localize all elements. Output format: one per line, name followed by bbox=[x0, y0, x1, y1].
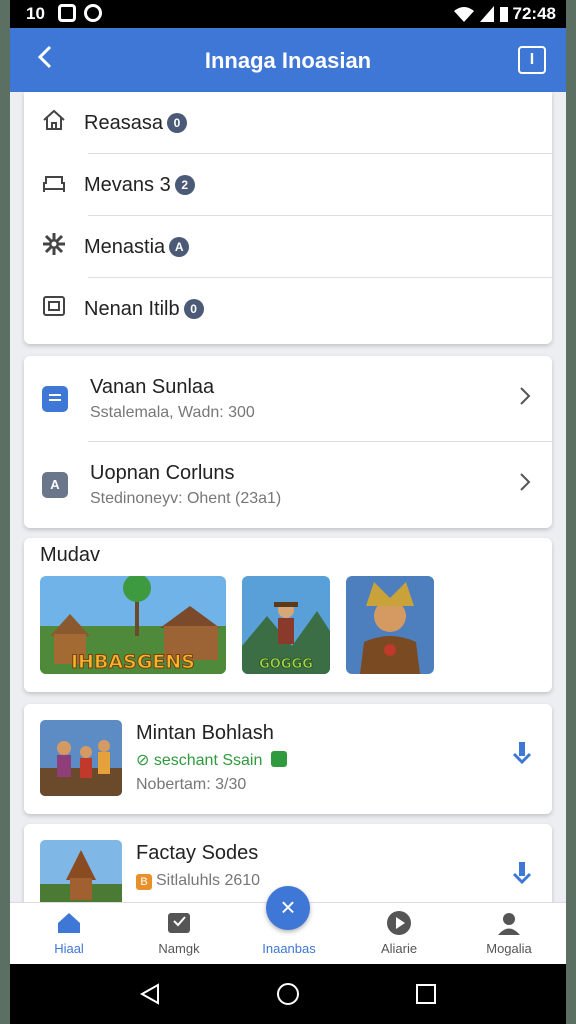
square-recents-icon bbox=[416, 984, 436, 1004]
featured-thumb-0[interactable]: IHBASGENS bbox=[40, 576, 226, 674]
status-clock: 72:48 bbox=[512, 4, 556, 23]
thumb-caption: IHBASGENS bbox=[71, 651, 195, 673]
close-fab-button[interactable]: × bbox=[266, 886, 310, 930]
menu-item-label: Mevans 32 bbox=[84, 174, 195, 197]
circle-home-icon bbox=[277, 983, 299, 1005]
signal-icon bbox=[479, 6, 494, 22]
status-time: 10 bbox=[26, 4, 45, 23]
status-right: 72:48 bbox=[453, 4, 556, 24]
menu-badge: 0 bbox=[166, 112, 187, 133]
game-status: B Sitlaluhls 2610 bbox=[136, 872, 260, 890]
subscriptions-card: Vanan Sunlaa Sstalemala, Wadn: 300 A Uop… bbox=[24, 356, 552, 528]
game-status: ⊘ seschant Ssain bbox=[136, 750, 287, 770]
menu-item-3[interactable]: Nenan Itilb 0 bbox=[24, 278, 552, 340]
system-home-button[interactable] bbox=[276, 982, 300, 1006]
featured-title: Mudav bbox=[40, 544, 101, 566]
featured-thumb-2[interactable] bbox=[346, 576, 434, 674]
menu-item-label: Reasasa 0 bbox=[84, 112, 187, 135]
sofa-icon bbox=[24, 171, 84, 199]
play-icon bbox=[344, 909, 454, 937]
subscription-item-0[interactable]: Vanan Sunlaa Sstalemala, Wadn: 300 bbox=[24, 356, 552, 442]
download-button[interactable] bbox=[512, 740, 532, 772]
nav-label: Mogalia bbox=[486, 941, 532, 956]
window-icon bbox=[24, 295, 84, 323]
nav-label: Namgk bbox=[158, 941, 200, 956]
nav-label: Inaanbas bbox=[262, 941, 316, 956]
subscription-title: Vanan Sunlaa bbox=[90, 376, 215, 398]
tag-icon: B bbox=[136, 874, 152, 890]
game-meta: Nobertam: 3/30 bbox=[136, 776, 247, 793]
chevron-right-icon bbox=[518, 384, 532, 415]
featured-thumb-1[interactable]: GOGGG bbox=[242, 576, 330, 674]
subscription-subtitle: Sstalemala, Wadn: 300 bbox=[90, 404, 255, 421]
system-recents-button[interactable] bbox=[414, 982, 438, 1006]
download-icon bbox=[512, 862, 532, 885]
menu-badge: A bbox=[169, 236, 190, 257]
menu-item-label: Menastia A bbox=[84, 236, 190, 259]
nav-item-badges[interactable]: Namgk bbox=[124, 909, 234, 956]
menu-badge: 2 bbox=[174, 174, 195, 195]
game-thumb bbox=[40, 720, 122, 796]
app-bar: Innaga Inoasian I bbox=[10, 28, 566, 92]
badge-icon bbox=[124, 909, 234, 937]
game-title: Factay Sodes bbox=[136, 842, 259, 864]
app-screen: 10 72:48 Innaga Inoasian I Reasasa 0 Mev… bbox=[10, 0, 566, 1024]
status-icon: ⊘ bbox=[136, 752, 154, 769]
menu-item-2[interactable]: Menastia A bbox=[24, 216, 552, 278]
nav-item-home[interactable]: Hiaal bbox=[14, 909, 124, 956]
profile-icon bbox=[454, 909, 564, 937]
gear-icon bbox=[24, 232, 84, 262]
featured-card: Mudav IHBASGENS GOGGG bbox=[24, 538, 552, 692]
system-back-button[interactable] bbox=[138, 982, 162, 1006]
system-nav-bar bbox=[10, 964, 566, 1024]
triangle-back-icon bbox=[139, 983, 159, 1005]
nav-label: Hiaal bbox=[54, 941, 84, 956]
notification-icon bbox=[58, 4, 76, 22]
menu-card: Reasasa 0 Mevans 32 Menastia A Nenan Itilb… bbox=[24, 92, 552, 344]
subscription-item-1[interactable]: A Uopnan Corluns Stedinoneyv: Ohent (23a… bbox=[24, 442, 552, 528]
nav-item-profile[interactable]: Mogalia bbox=[454, 909, 564, 956]
nav-label: Aliarie bbox=[380, 941, 418, 956]
wifi-icon bbox=[453, 7, 474, 22]
home-icon bbox=[24, 109, 84, 137]
menu-item-1[interactable]: Mevans 32 bbox=[24, 154, 552, 216]
status-bar: 10 72:48 bbox=[10, 0, 566, 28]
download-icon bbox=[512, 742, 532, 765]
game-title: Mintan Bohlash bbox=[136, 722, 274, 744]
document-icon bbox=[42, 386, 68, 412]
app-tile-icon: A bbox=[42, 472, 68, 498]
menu-item-label: Nenan Itilb 0 bbox=[84, 298, 204, 321]
download-button[interactable] bbox=[512, 860, 532, 892]
subscription-title: Uopnan Corluns bbox=[90, 462, 235, 484]
info-button[interactable]: I bbox=[518, 46, 546, 74]
menu-badge: 0 bbox=[183, 298, 204, 319]
chevron-right-icon bbox=[518, 470, 532, 501]
nav-item-play[interactable]: Aliarie bbox=[344, 909, 454, 956]
battery-icon bbox=[499, 7, 508, 22]
sync-icon bbox=[84, 4, 102, 22]
page-title: Innaga Inoasian bbox=[204, 48, 372, 73]
home-icon bbox=[14, 909, 124, 937]
game-card-0[interactable]: Mintan Bohlash ⊘ seschant Ssain Nobertam… bbox=[24, 704, 552, 814]
verified-icon bbox=[270, 751, 287, 767]
menu-item-0[interactable]: Reasasa 0 bbox=[24, 92, 552, 154]
thumb-caption: GOGGG bbox=[259, 657, 313, 672]
subscription-subtitle: Stedinoneyv: Ohent (23a1) bbox=[90, 490, 282, 507]
